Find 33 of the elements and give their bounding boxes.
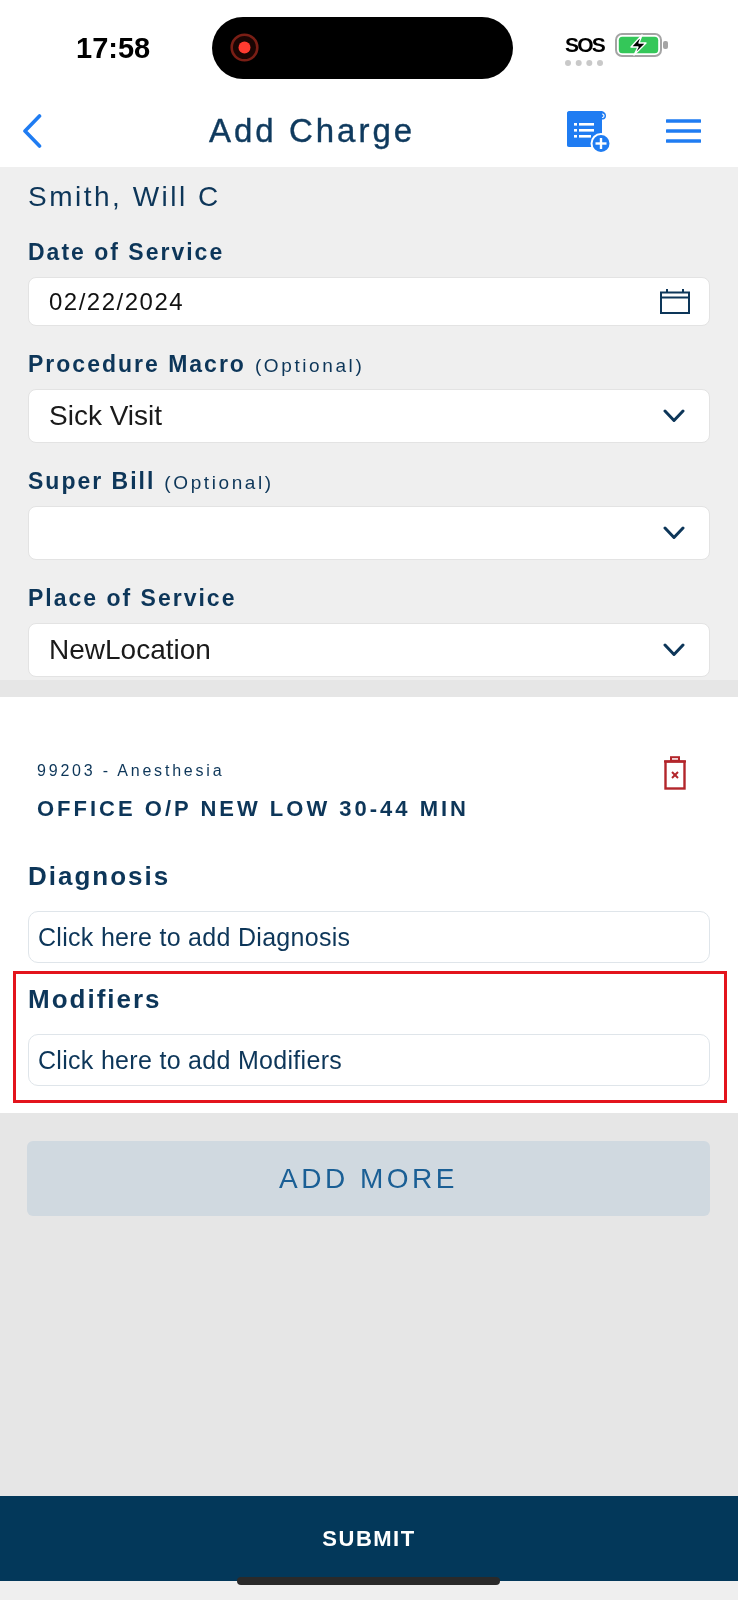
section-heading: Modifiers bbox=[28, 983, 162, 1015]
chevron-down-icon bbox=[663, 409, 685, 423]
dropdown-field[interactable]: Sick Visit bbox=[28, 389, 710, 443]
procedure-code: 99203 - Anesthesia bbox=[37, 761, 225, 781]
trash-icon[interactable] bbox=[662, 756, 688, 790]
procedure-description: OFFICE O/P NEW LOW 30-44 MIN bbox=[37, 796, 469, 822]
optional-note: (Optional) bbox=[164, 471, 274, 495]
date-field[interactable]: 02/22/2024 bbox=[28, 277, 710, 326]
back-icon[interactable] bbox=[22, 114, 42, 148]
calendar-icon bbox=[660, 289, 690, 314]
optional-note: (Optional) bbox=[254, 354, 365, 378]
document-add-icon[interactable] bbox=[566, 108, 612, 154]
field-label: Procedure Macro bbox=[28, 350, 246, 378]
section-heading: Diagnosis bbox=[28, 860, 171, 892]
input-field[interactable]: Click here to add Diagnosis bbox=[28, 911, 710, 963]
battery-icon bbox=[614, 32, 669, 57]
signal-dots-icon bbox=[565, 59, 604, 66]
record-icon bbox=[230, 33, 259, 62]
patient-name: Smith, Will C bbox=[28, 180, 221, 214]
status-time: 17:58 bbox=[76, 30, 151, 65]
add-more-button[interactable]: ADD MORE bbox=[27, 1141, 710, 1216]
chevron-down-icon bbox=[663, 526, 685, 540]
chevron-down-icon bbox=[663, 643, 685, 657]
submit-button[interactable]: SUBMIT bbox=[0, 1496, 738, 1581]
field-label: Date of Service bbox=[28, 238, 225, 266]
screen-title: Add Charge bbox=[209, 111, 416, 151]
input-field[interactable]: Click here to add Modifiers bbox=[28, 1034, 710, 1086]
network-status: SOS bbox=[565, 33, 604, 56]
field-label: Place of Service bbox=[28, 584, 237, 612]
dropdown-field[interactable]: NewLocation bbox=[28, 623, 710, 677]
menu-icon[interactable] bbox=[666, 119, 701, 143]
field-label: Super Bill bbox=[28, 467, 156, 495]
dropdown-field[interactable] bbox=[28, 506, 710, 560]
